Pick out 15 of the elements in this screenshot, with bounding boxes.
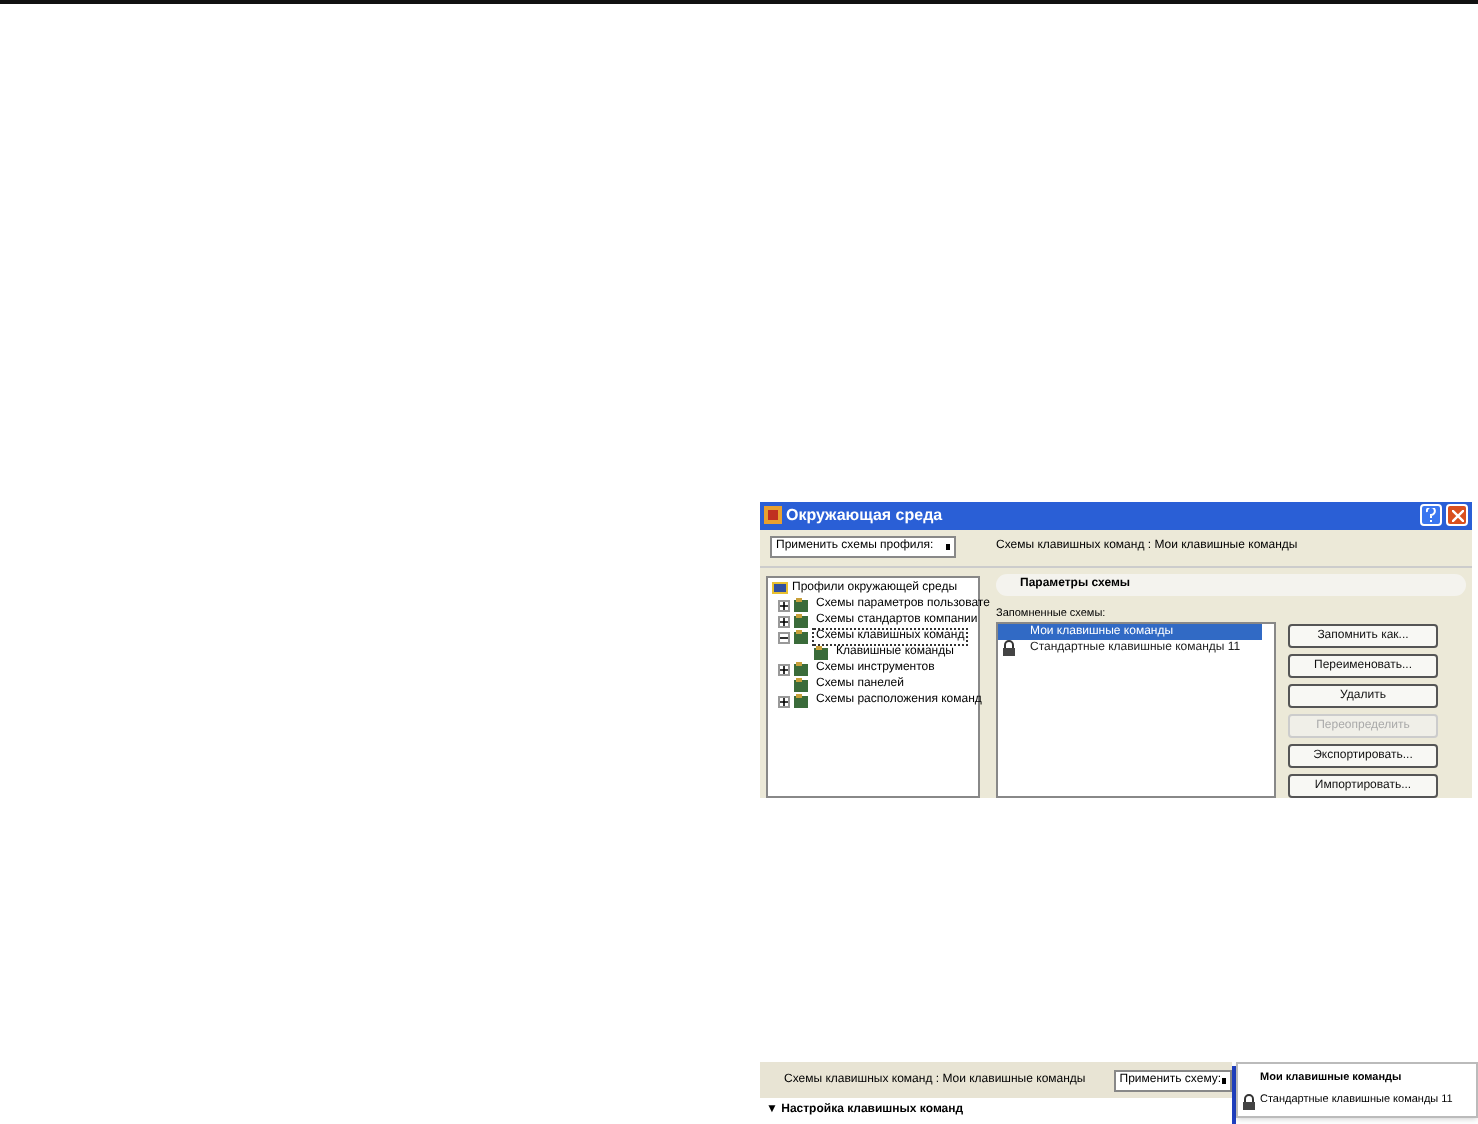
expand-toggle[interactable] xyxy=(778,631,790,644)
close-button[interactable] xyxy=(1446,504,1468,527)
expand-toggle[interactable] xyxy=(778,695,790,708)
profile-icon xyxy=(772,582,788,597)
expand-toggle[interactable] xyxy=(778,615,790,628)
folder-icon xyxy=(814,646,828,661)
help-icon xyxy=(1426,508,1436,523)
close-icon xyxy=(1451,509,1463,522)
expand-toggle[interactable] xyxy=(778,599,790,612)
window-title: Окружающая среда xyxy=(786,503,943,528)
expand-toggle[interactable] xyxy=(778,663,790,676)
app-icon xyxy=(764,506,782,525)
lock-icon xyxy=(1242,1093,1256,1109)
lock-icon xyxy=(1002,640,1016,656)
help-button[interactable] xyxy=(1420,504,1442,527)
